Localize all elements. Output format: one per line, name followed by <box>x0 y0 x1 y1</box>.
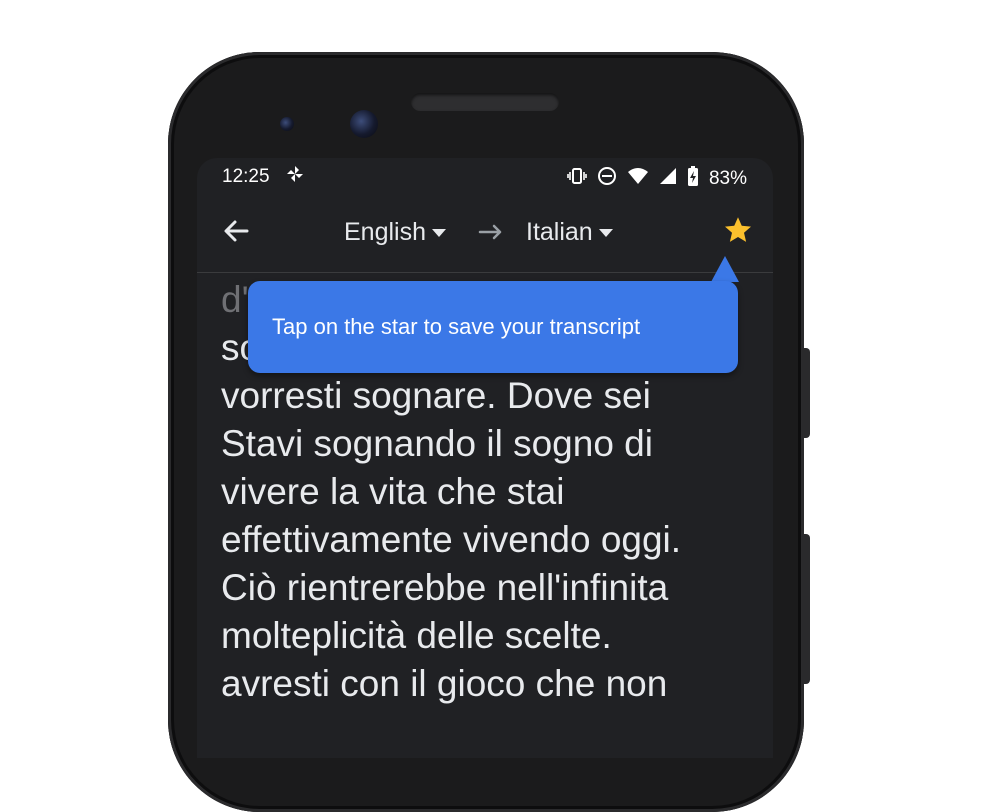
transcript-line: vivere la vita che stai <box>221 471 565 512</box>
translate-toolbar: English Italian <box>197 198 773 273</box>
source-language-label: English <box>344 218 426 246</box>
arrow-right-icon <box>477 218 505 246</box>
wifi-icon <box>627 167 649 191</box>
chevron-down-icon <box>598 228 613 237</box>
chevron-down-icon <box>432 228 446 237</box>
status-bar: 12:25 83% <box>197 158 773 194</box>
signal-icon <box>659 167 677 191</box>
transcript-line: effettivamente vivendo oggi. <box>221 519 682 560</box>
arrow-left-icon[interactable] <box>221 216 251 246</box>
save-transcript-tooltip[interactable]: Tap on the star to save your transcript <box>248 281 738 373</box>
tooltip-text: Tap on the star to save your transcript <box>272 314 641 339</box>
transcript-line: Stavi sognando il sogno di <box>221 423 653 464</box>
do-not-disturb-icon <box>597 166 617 192</box>
volume-button <box>802 534 810 684</box>
transcript-line: Ciò rientrerebbe nell'infinita <box>221 567 669 608</box>
status-icons: 83% <box>567 166 747 192</box>
earpiece-speaker <box>411 93 559 111</box>
source-language-selector[interactable]: English <box>344 218 446 247</box>
status-time: 12:25 <box>222 166 270 187</box>
target-language-label: Italian <box>526 218 593 246</box>
battery-percent: 83% <box>708 168 747 189</box>
sensor-dot <box>280 117 294 131</box>
star-icon[interactable] <box>723 215 753 245</box>
transcript-line: avresti con il gioco che non <box>221 663 668 704</box>
tooltip-pointer <box>711 256 739 282</box>
battery-icon <box>687 166 699 192</box>
vibrate-icon <box>567 167 587 191</box>
phone-screen: 12:25 83% English Italian d' so vorresti… <box>197 158 773 758</box>
transcript-line: vorresti sognare. Dove sei <box>221 375 651 416</box>
power-button <box>802 348 810 438</box>
transcript-line: molteplicità delle scelte. <box>221 615 612 656</box>
target-language-selector[interactable]: Italian <box>526 218 613 247</box>
front-camera <box>350 110 378 138</box>
pinwheel-icon <box>285 164 305 190</box>
